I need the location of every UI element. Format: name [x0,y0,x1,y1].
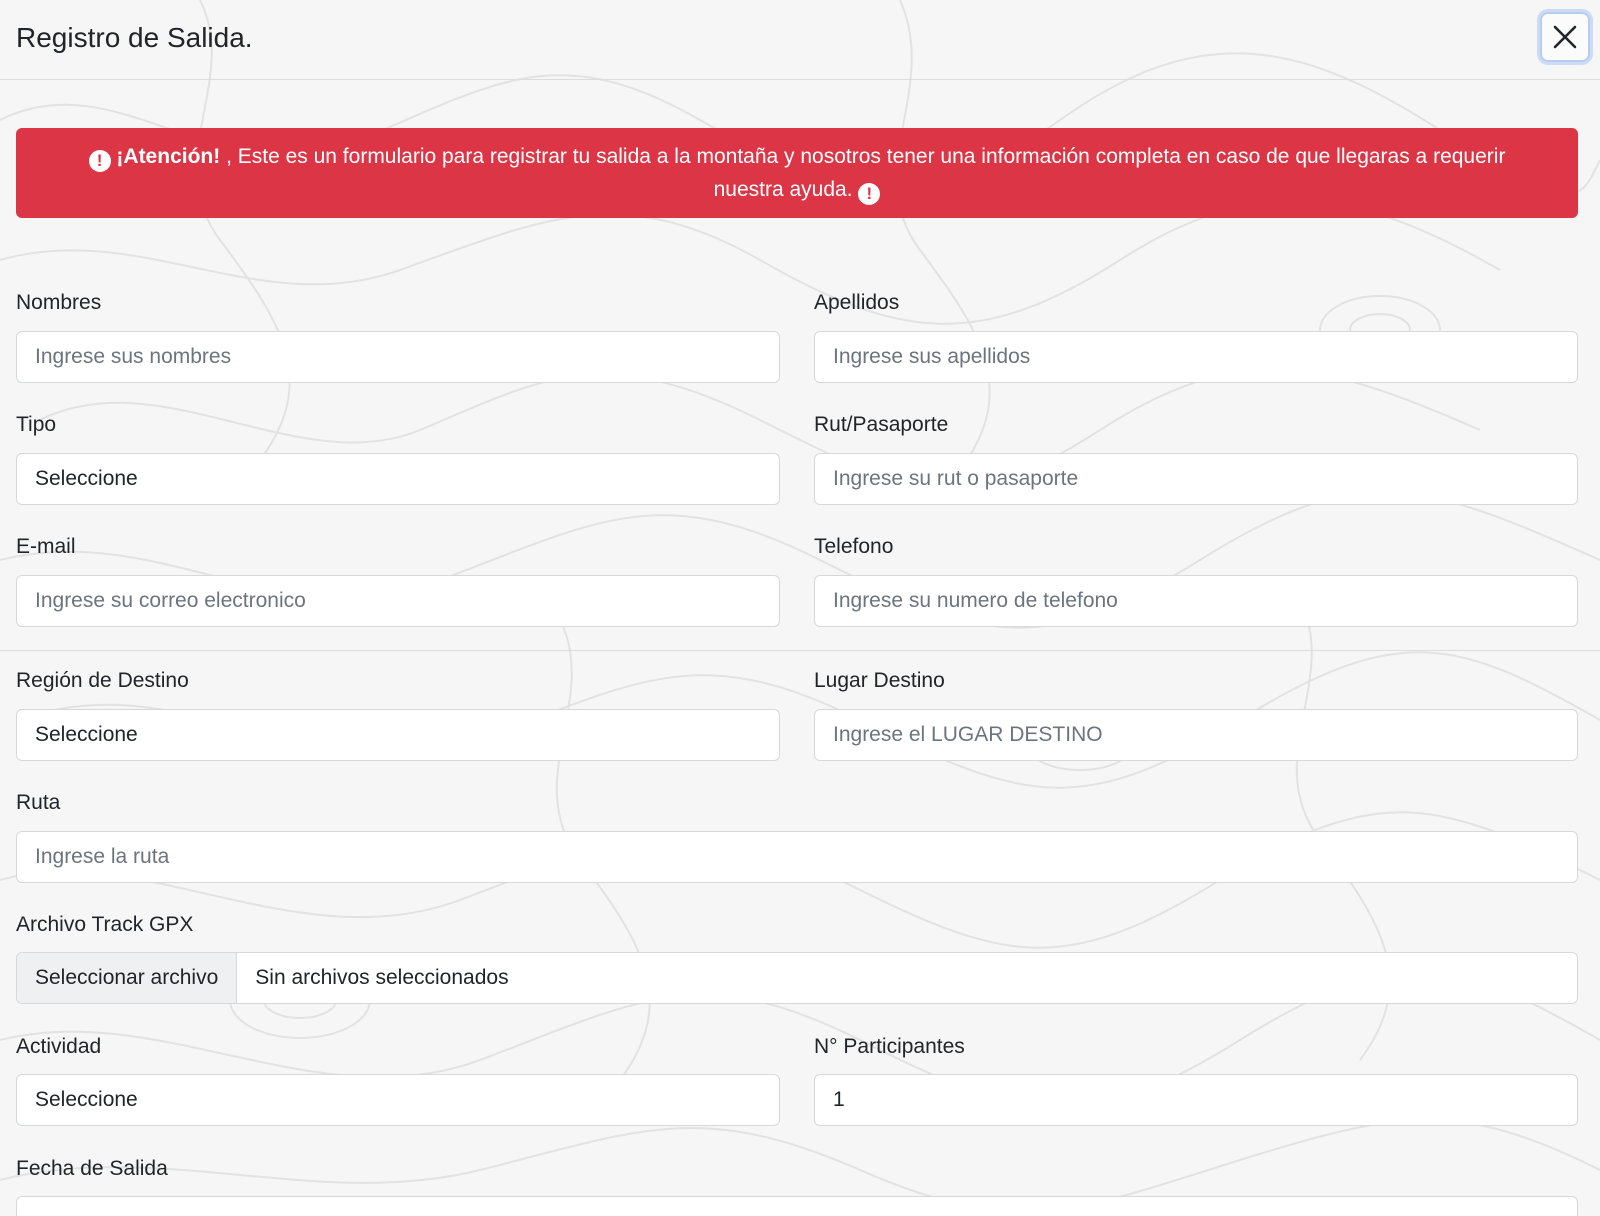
telefono-label: Telefono [814,535,894,558]
alert-banner: ! ¡Atención! , Este es un formulario par… [16,128,1578,218]
fecha-label: Fecha de Salida [16,1157,168,1180]
modal-header: Registro de Salida. [0,0,1600,80]
archivo-label: Archivo Track GPX [16,913,194,936]
region-select[interactable]: Seleccione [16,709,780,761]
rut-label: Rut/Pasaporte [814,413,949,436]
apellidos-label: Apellidos [814,291,900,314]
tipo-label: Tipo [16,413,57,436]
actividad-select-value: Seleccione [35,1088,138,1111]
exclamation-circle-icon: ! [88,150,111,172]
select-file-button[interactable]: Seleccionar archivo [17,953,238,1003]
exclamation-circle-icon: ! [858,183,881,205]
apellidos-input[interactable] [814,331,1578,383]
close-button[interactable] [1540,12,1590,62]
tipo-select-value: Seleccione [35,467,138,490]
gpx-file-input[interactable]: Seleccionar archivo Sin archivos selecci… [16,952,1578,1004]
rut-input[interactable] [814,453,1578,505]
participantes-label: N° Participantes [814,1035,965,1058]
nombres-input[interactable] [16,331,780,383]
participantes-input[interactable] [814,1074,1578,1126]
file-status: Sin archivos seleccionados [255,966,509,989]
region-label: Región de Destino [16,669,189,692]
ruta-label: Ruta [16,791,61,814]
section-divider [0,650,1600,651]
modal-title: Registro de Salida. [16,22,253,53]
lugar-label: Lugar Destino [814,669,945,692]
registro-modal: Registro de Salida. ! ¡Atención! , Este … [0,0,1600,1216]
telefono-input[interactable] [814,575,1578,627]
actividad-label: Actividad [16,1035,102,1058]
nombres-label: Nombres [16,291,102,314]
ruta-input[interactable] [16,831,1578,883]
region-select-value: Seleccione [35,723,138,746]
lugar-input[interactable] [814,709,1578,761]
tipo-select[interactable]: Seleccione [16,453,780,505]
email-label: E-mail [16,535,76,558]
alert-strong: ¡Atención! [116,145,221,168]
email-input[interactable] [16,575,780,627]
close-icon [1553,25,1577,49]
fecha-input[interactable] [16,1196,1578,1216]
actividad-select[interactable]: Seleccione [16,1074,780,1126]
